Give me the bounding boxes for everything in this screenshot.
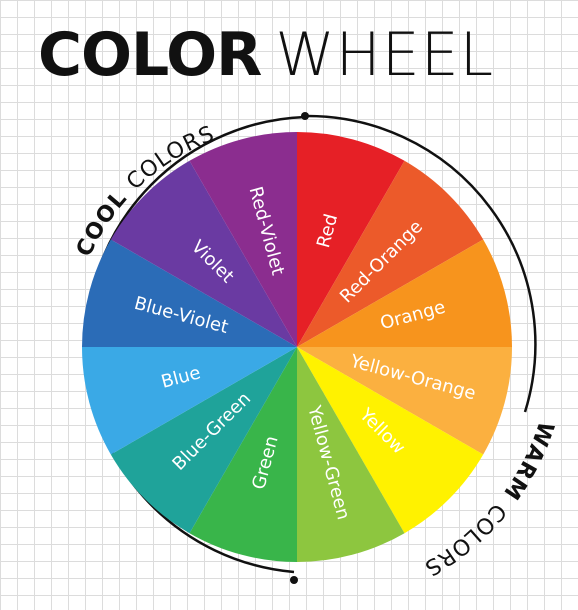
warm-bracket-dot-top: [301, 112, 309, 120]
cool-bracket-dot-bottom: [290, 576, 298, 584]
wheel: RedRed-OrangeOrangeYellow-OrangeYellowYe…: [82, 132, 512, 562]
color-wheel-diagram: RedRed-OrangeOrangeYellow-OrangeYellowYe…: [72, 112, 537, 584]
